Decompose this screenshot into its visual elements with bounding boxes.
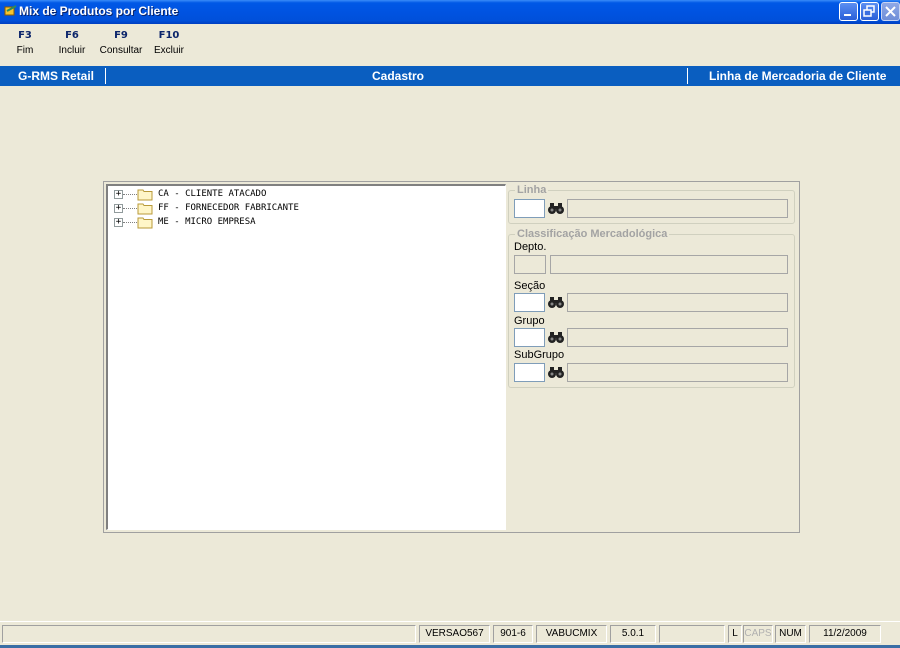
status-panel-date: 11/2/2009 [809,625,881,643]
header-module: Cadastro [372,69,425,83]
classificacao-legend: Classificação Mercadológica [515,228,670,240]
header-screen: Linha de Mercadoria de Cliente [709,69,887,83]
depto-code-input [514,255,546,274]
folder-icon [137,217,153,229]
tree-connector [123,222,137,223]
close-icon [885,6,896,17]
title-bar: Mix de Produtos por Cliente [0,0,900,24]
tree-item-label: ME - MICRO EMPRESA [158,217,256,227]
minimize-icon [844,14,851,16]
status-panel-caps: CAPS [743,625,773,643]
f10-label: Excluir [153,45,184,56]
binoculars-icon[interactable] [547,365,565,379]
subgrupo-label: SubGrupo [514,349,565,361]
expand-icon[interactable]: + [114,204,123,213]
status-bar: VERSAO567 901-6 VABUCMIX 5.0.1 L CAPS NU… [0,621,900,648]
depto-label: Depto. [514,241,547,253]
secao-description-field [567,293,788,312]
tree-item-label: CA - CLIENTE ATACADO [158,189,267,199]
expand-icon[interactable]: + [114,218,123,227]
secao-code-input[interactable] [514,293,545,312]
f3-label: Fim [16,45,34,56]
minimize-button[interactable] [839,2,858,21]
linha-legend: Linha [515,184,549,196]
customer-type-tree[interactable]: + CA - CLIENTE ATACADO + FF - FORNECEDOR… [106,184,506,530]
app-icon [4,5,17,16]
close-button[interactable] [881,2,900,21]
tree-item-label: FF - FORNECEDOR FABRICANTE [158,203,299,213]
tree-connector [123,208,137,209]
subgrupo-code-input[interactable] [514,363,545,382]
status-panel-l: L [728,625,742,643]
folder-icon [137,203,153,215]
f6-key: F6 [65,30,79,41]
status-panel-empty [659,625,725,643]
f6-incluir-button[interactable]: F6 Incluir [56,30,88,58]
header-divider [105,68,106,84]
status-panel-version: VERSAO567 [419,625,490,643]
status-panel-num: NUM [775,625,806,643]
restore-button[interactable] [860,2,879,21]
f10-key: F10 [158,30,180,41]
f6-label: Incluir [58,45,86,56]
status-panel-code: 901-6 [493,625,533,643]
grupo-code-input[interactable] [514,328,545,347]
header-product: G-RMS Retail [18,69,95,83]
status-panel-program: VABUCMIX [536,625,607,643]
f10-excluir-button[interactable]: F10 Excluir [151,30,187,58]
status-panel-message [2,625,416,643]
f3-key: F3 [18,30,32,41]
f9-consultar-button[interactable]: F9 Consultar [97,30,145,58]
tree-connector [123,194,137,195]
header-divider [687,68,688,84]
binoculars-icon[interactable] [547,295,565,309]
linha-description-field [567,199,788,218]
window-title: Mix de Produtos por Cliente [19,4,179,18]
binoculars-icon[interactable] [547,330,565,344]
f9-label: Consultar [99,45,143,56]
binoculars-icon[interactable] [547,201,565,215]
linha-code-input[interactable] [514,199,545,218]
expand-icon[interactable]: + [114,190,123,199]
status-panel-release: 5.0.1 [610,625,656,643]
grupo-description-field [567,328,788,347]
restore-icon [863,5,875,17]
folder-icon [137,189,153,201]
subgrupo-description-field [567,363,788,382]
f9-key: F9 [114,30,128,41]
secao-label: Seção [514,280,546,292]
header-bar: G-RMS Retail Cadastro Linha de Mercadori… [0,66,900,86]
grupo-label: Grupo [514,315,545,327]
depto-description-field [550,255,788,274]
f3-fim-button[interactable]: F3 Fim [10,30,40,58]
